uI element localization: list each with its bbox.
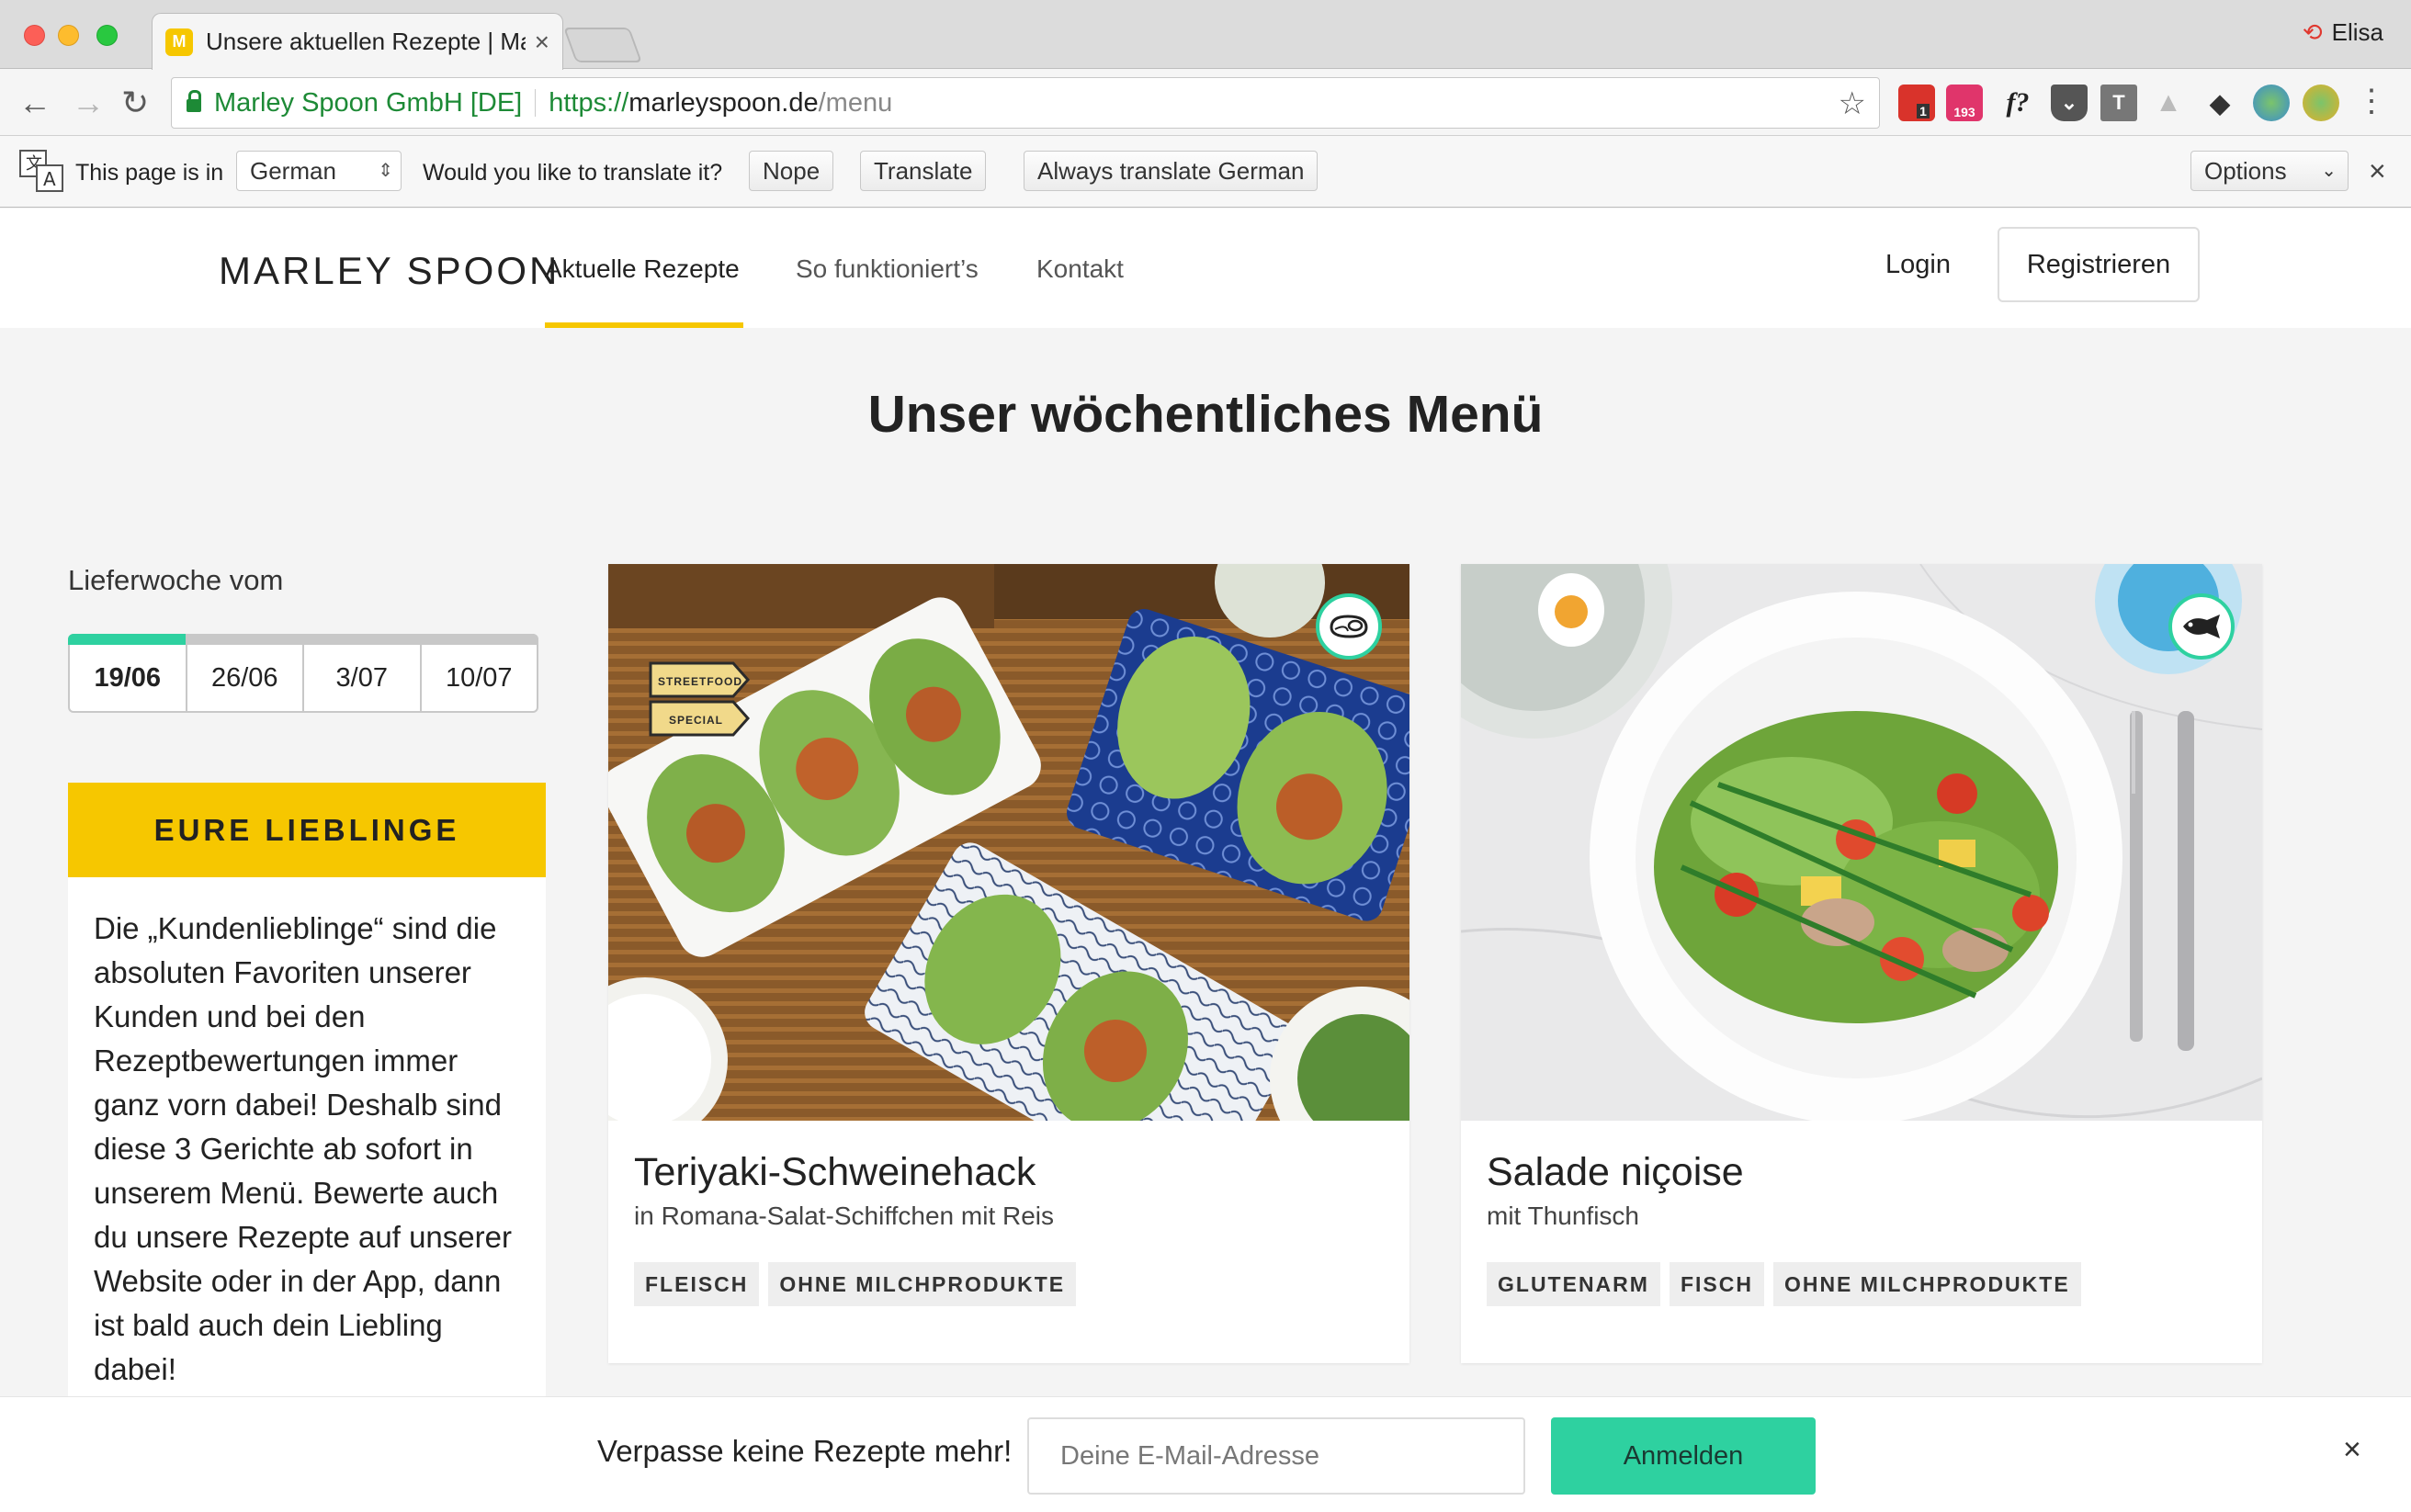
streetfood-label: STREETFOOD — [658, 675, 742, 688]
window-zoom-button[interactable] — [96, 25, 118, 46]
window-minimize-button[interactable] — [58, 25, 79, 46]
week-progress-fill — [68, 634, 186, 645]
register-button[interactable]: Registrieren — [1998, 227, 2200, 302]
extension-1-icon[interactable]: 1 — [1898, 85, 1935, 121]
meat-icon — [1316, 593, 1382, 660]
translate-options-button[interactable]: Options ⌄ — [2190, 151, 2349, 191]
newsletter-text: Verpasse keine Rezepte mehr! — [597, 1434, 1013, 1468]
browser-toolbar: ← → ↻ Marley Spoon GmbH [DE] https://mar… — [0, 70, 2411, 136]
salad-photo — [1461, 564, 2262, 1121]
page-title: Unser wöchentliches Menü — [867, 385, 1544, 444]
translate-page-is-in-label: This page is in — [75, 160, 224, 186]
url-host: marleyspoon.de — [628, 87, 819, 118]
extension-193-icon[interactable]: 193 — [1946, 85, 1983, 121]
tag-fleisch: FLEISCH — [634, 1262, 760, 1306]
tab-title: Unsere aktuellen Rezepte | Ma — [206, 28, 526, 55]
translate-language-select[interactable]: German ⇕ — [236, 151, 402, 191]
tag-ohne-milchprodukte: OHNE MILCHPRODUKTE — [768, 1262, 1077, 1306]
login-link[interactable]: Login — [1885, 250, 1951, 280]
recipe-image-teriyaki[interactable]: STREETFOOD SPECIAL — [608, 564, 1409, 1121]
recipe-tags: GLUTENARM FISCH OHNE MILCHPRODUKTE — [1487, 1262, 2081, 1306]
recipe-title[interactable]: Teriyaki-Schweinehack — [634, 1150, 1036, 1195]
drive-icon[interactable]: ▲ — [2150, 85, 2187, 121]
recipe-image-salade-nicoise[interactable] — [1461, 564, 2262, 1121]
globe-2-icon[interactable] — [2303, 85, 2339, 121]
site-header: MARLEY SPOON Aktuelle Rezepte So funktio… — [0, 209, 2411, 328]
select-arrows-icon: ⇕ — [378, 161, 393, 181]
recipe-tags: FLEISCH OHNE MILCHPRODUKTE — [634, 1262, 1077, 1306]
translate-close-icon[interactable]: × — [2369, 154, 2386, 188]
url-path: /menu — [818, 87, 893, 118]
url-separator — [535, 89, 537, 117]
tag-fisch: FISCH — [1669, 1262, 1764, 1306]
newsletter-email-input[interactable] — [1027, 1417, 1525, 1495]
week-option-3-07[interactable]: 3/07 — [304, 636, 422, 711]
recipe-title[interactable]: Salade niçoise — [1487, 1150, 1744, 1195]
recipe-card-teriyaki[interactable]: STREETFOOD SPECIAL Teriyaki-Schweinehack… — [608, 564, 1409, 1363]
translate-infobar: 文 A This page is in German ⇕ Would you l… — [0, 136, 2411, 208]
lettuce-wraps-photo: STREETFOOD SPECIAL — [608, 564, 1409, 1121]
translate-button[interactable]: Translate — [860, 151, 987, 191]
fish-icon — [2168, 593, 2235, 660]
newsletter-submit-button[interactable]: Anmelden — [1551, 1417, 1816, 1495]
marley-spoon-favicon-icon: M — [165, 28, 193, 56]
special-label: SPECIAL — [669, 714, 723, 727]
tab-close-icon[interactable]: × — [535, 28, 549, 57]
tag-glutenarm: GLUTENARM — [1487, 1262, 1660, 1306]
nav-active-underline — [545, 322, 743, 328]
recipe-subtitle: in Romana-Salat-Schiffchen mit Reis — [634, 1202, 1055, 1230]
url-scheme: https:// — [549, 87, 629, 118]
reload-icon[interactable]: ↻ — [121, 83, 149, 123]
browser-tabbar: M Unsere aktuellen Rezepte | Ma × ⟲ Elis… — [0, 0, 2411, 70]
translate-icon: 文 A — [19, 150, 63, 192]
back-arrow-icon[interactable]: ← — [18, 83, 51, 123]
newsletter-bar: Verpasse keine Rezepte mehr! Anmelden × — [0, 1396, 2411, 1512]
globe-icon[interactable] — [2253, 85, 2290, 121]
tag-ohne-milchprodukte: OHNE MILCHPRODUKTE — [1772, 1262, 2081, 1306]
forward-arrow-icon[interactable]: → — [72, 83, 105, 123]
profile-name: Elisa — [2331, 18, 2383, 46]
week-option-26-06[interactable]: 26/06 — [187, 636, 304, 711]
ev-certificate-name: Marley Spoon GmbH [DE] — [214, 87, 523, 118]
week-progress-bar — [68, 634, 538, 645]
translate-question-label: Would you like to translate it? — [423, 160, 723, 186]
nav-kontakt[interactable]: Kontakt — [1036, 254, 1124, 284]
favorites-description: Die „Kundenlieblinge“ sind die absoluten… — [94, 911, 512, 1386]
translate-nope-button[interactable]: Nope — [749, 151, 834, 191]
translate-options-label: Options — [2204, 157, 2287, 185]
always-translate-button[interactable]: Always translate German — [1024, 151, 1319, 191]
browser-tab-active[interactable]: M Unsere aktuellen Rezepte | Ma × — [152, 13, 563, 70]
address-bar[interactable]: Marley Spoon GmbH [DE] https://marleyspo… — [171, 77, 1880, 129]
week-option-19-06[interactable]: 19/06 — [70, 636, 187, 711]
nav-so-funktionierts[interactable]: So funktioniert’s — [796, 254, 979, 284]
marley-spoon-logo[interactable]: MARLEY SPOON — [219, 249, 560, 293]
secure-lock-icon — [187, 90, 201, 112]
bookmark-star-icon[interactable]: ☆ — [1839, 85, 1866, 122]
window-close-button[interactable] — [24, 25, 45, 46]
week-option-10-07[interactable]: 10/07 — [422, 636, 538, 711]
t-icon[interactable]: T — [2100, 85, 2137, 121]
translate-language-value: German — [250, 157, 336, 185]
chevron-down-icon: ⌄ — [2321, 161, 2337, 181]
delivery-week-label: Lieferwoche vom — [68, 564, 284, 596]
favorites-info-card: EURE LIEBLINGE Die „Kundenlieblinge“ sin… — [68, 783, 546, 1398]
profile-button[interactable]: ⟲ Elisa — [2303, 18, 2383, 47]
recipe-subtitle: mit Thunfisch — [1487, 1202, 1639, 1230]
svg-text:A: A — [43, 168, 56, 190]
sync-icon: ⟲ — [2302, 18, 2323, 46]
week-selector: 19/06 26/06 3/07 10/07 — [68, 634, 538, 713]
favorites-heading: EURE LIEBLINGE — [68, 783, 546, 877]
nav-aktuelle-rezepte[interactable]: Aktuelle Rezepte — [545, 254, 740, 284]
browser-menu-icon[interactable]: ⋮ — [2356, 83, 2387, 119]
pocket-icon[interactable]: ⌄ — [2051, 85, 2088, 121]
drop-icon[interactable]: ◆ — [2202, 85, 2238, 121]
recipe-card-salade-nicoise[interactable]: Salade niçoise mit Thunfisch GLUTENARM F… — [1461, 564, 2262, 1363]
formula-icon[interactable]: f? — [1999, 85, 2036, 121]
new-tab-button[interactable] — [563, 28, 642, 62]
newsletter-close-icon[interactable]: × — [2343, 1432, 2361, 1468]
